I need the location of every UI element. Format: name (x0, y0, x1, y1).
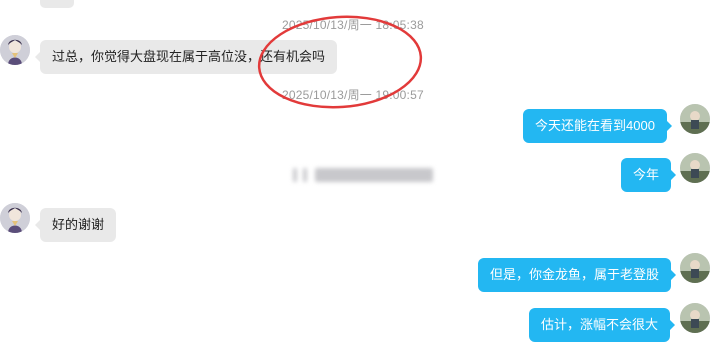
contact-avatar[interactable] (0, 203, 30, 233)
message-timestamp: 2025/10/13/周一 19:00:57 (282, 88, 424, 102)
self-avatar[interactable] (680, 153, 710, 183)
contact-avatar[interactable] (0, 35, 30, 65)
outgoing-message-bubble[interactable]: 估计，涨幅不会很大 (529, 308, 676, 342)
incoming-message-bubble[interactable]: 过总，你觉得大盘现在属于高位没，还有机会吗 (34, 40, 338, 74)
self-avatar-image (680, 104, 710, 134)
self-avatar[interactable] (680, 253, 710, 283)
contact-avatar-image (0, 203, 30, 233)
self-avatar-image (680, 153, 710, 183)
outgoing-message-bubble[interactable]: 今年 (621, 158, 677, 192)
self-avatar-image (680, 253, 710, 283)
partial-message-bubble (40, 0, 74, 8)
message-timestamp: 2025/10/13/周一 18:05:38 (282, 18, 424, 32)
self-avatar[interactable] (680, 104, 710, 134)
outgoing-message-bubble[interactable]: 但是，你金龙鱼，属于老登股 (478, 258, 677, 292)
self-avatar-image (680, 303, 710, 333)
contact-avatar-image (0, 35, 30, 65)
self-avatar[interactable] (680, 303, 710, 333)
outgoing-message-bubble[interactable]: 今天还能在看到4000 (523, 109, 672, 143)
incoming-message-bubble[interactable]: 好的谢谢 (34, 208, 117, 242)
redacted-content (293, 166, 435, 184)
